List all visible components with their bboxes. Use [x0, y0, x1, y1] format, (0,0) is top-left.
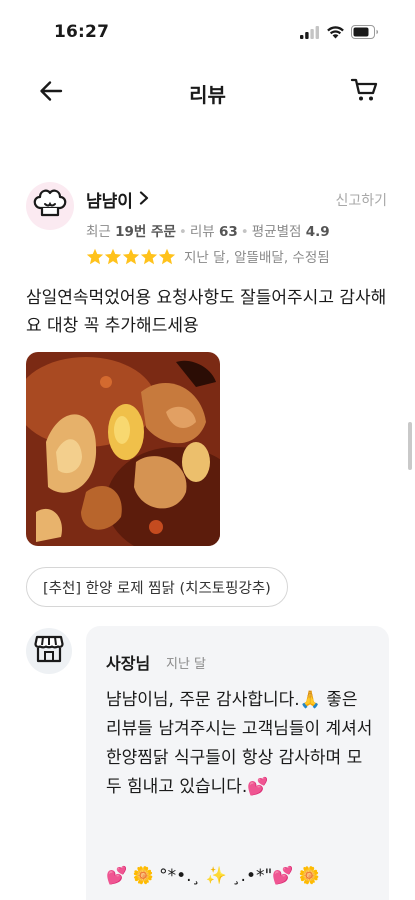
- avg-rating-value: 4.9: [305, 224, 330, 240]
- reviews-count: 63: [219, 224, 238, 240]
- star-icon: [86, 248, 104, 264]
- report-button[interactable]: 신고하기: [335, 190, 387, 210]
- reviews-label: 리뷰: [189, 224, 215, 240]
- nav-bar: 리뷰: [0, 62, 415, 122]
- status-time: 16:27: [54, 22, 110, 42]
- status-icons: [300, 24, 379, 43]
- star-icon: [140, 248, 158, 264]
- battery-icon: [351, 24, 379, 43]
- rating-detail: 지난 달, 알뜰배달, 수정됨: [184, 250, 330, 266]
- review-photo[interactable]: [26, 352, 220, 546]
- author-stats: 최근 19번 주문 • 리뷰 63 • 평균별점 4.9: [86, 224, 330, 240]
- owner-reply-text: 냠냠이님, 주문 감사합니다.🙏 좋은 리뷰들 남겨주시는 고객님들이 계셔서 …: [106, 690, 373, 797]
- rating-stars: [86, 248, 176, 265]
- chef-hat-icon: [30, 184, 70, 228]
- owner-avatar: [26, 628, 72, 674]
- store-icon: [34, 635, 64, 667]
- menu-chip[interactable]: [추천] 한양 로제 찜닭 (치즈토핑강추): [26, 567, 288, 607]
- owner-reply: 사장님 지난 달 냠냠이님, 주문 감사합니다.🙏 좋은 리뷰들 남겨주시는 고…: [86, 626, 389, 900]
- author-link[interactable]: 냠냠이: [86, 187, 149, 212]
- scrollbar[interactable]: [408, 422, 412, 470]
- star-icon: [104, 248, 122, 264]
- avg-rating-label: 평균별점: [251, 224, 302, 240]
- cart-button[interactable]: [349, 77, 379, 107]
- recent-orders-label: 최근: [86, 224, 111, 240]
- status-bar: 16:27: [0, 0, 415, 62]
- review-text: 삼일연속먹었어용 요청사항도 잘들어주시고 감사해요 대창 꼭 추가해드세용: [26, 288, 387, 336]
- avatar[interactable]: [26, 182, 74, 230]
- signal-icon: [300, 24, 320, 43]
- star-icon: [122, 248, 140, 264]
- chevron-right-icon: [139, 190, 149, 209]
- recent-orders-value: 19번 주문: [115, 224, 176, 240]
- wifi-icon: [326, 24, 345, 43]
- rating-row: 지난 달, 알뜰배달, 수정됨: [86, 246, 330, 266]
- author-name: 냠냠이: [86, 192, 133, 212]
- owner-reply-decoration: 💕 🌼 °*•.¸ ✨ ¸.•*"💕 🌼: [106, 866, 321, 886]
- owner-name: 사장님: [106, 654, 151, 673]
- cart-icon: [350, 77, 378, 107]
- owner-reply-date: 지난 달: [166, 657, 207, 672]
- star-icon: [158, 248, 176, 264]
